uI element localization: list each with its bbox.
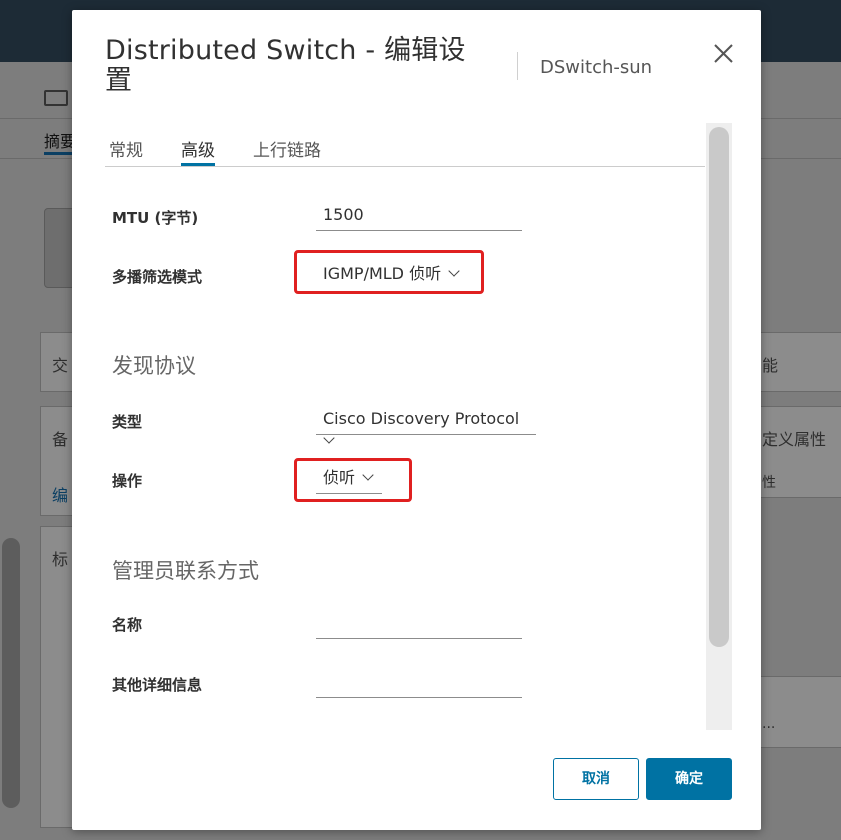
- tab-bar: 常规 高级 上行链路: [105, 134, 705, 167]
- type-label: 类型: [112, 413, 143, 431]
- bg-label: ...: [762, 716, 776, 732]
- bg-label: 交: [52, 356, 69, 375]
- multicast-mode-label: 多播筛选模式: [112, 268, 203, 286]
- tab-uplinks[interactable]: 上行链路: [253, 136, 321, 164]
- dialog-subtitle: DSwitch-sun: [540, 57, 653, 78]
- bg-label: 定义属性: [762, 430, 827, 449]
- mtu-label: MTU (字节): [112, 209, 199, 227]
- bg-label: 能: [762, 356, 779, 375]
- mtu-input[interactable]: 1500: [316, 204, 522, 231]
- protocol-type-select[interactable]: Cisco Discovery Protocol: [316, 408, 536, 444]
- discovery-protocol-heading: 发现协议: [112, 354, 196, 378]
- dialog-title: Distributed Switch - 编辑设置: [105, 35, 466, 96]
- bg-label: 标: [52, 550, 69, 569]
- bg-link: 编: [52, 486, 69, 505]
- bg-panel: [760, 676, 841, 748]
- highlight-annotation: [294, 250, 484, 294]
- bg-label: 性: [762, 475, 776, 491]
- chevron-down-icon: [323, 432, 335, 444]
- active-tab-indicator: [181, 163, 215, 166]
- operation-label: 操作: [112, 472, 143, 490]
- scrollbar-thumb[interactable]: [709, 127, 729, 647]
- close-button[interactable]: [710, 40, 738, 68]
- close-icon: [714, 44, 733, 63]
- bg-scrollbar: [2, 538, 20, 808]
- other-info-input[interactable]: [316, 671, 522, 698]
- dialog-scrollbar[interactable]: [706, 123, 732, 730]
- other-info-value: [316, 672, 323, 691]
- edit-settings-dialog: Distributed Switch - 编辑设置 DSwitch-sun 常规…: [72, 10, 761, 830]
- name-value: [316, 613, 323, 632]
- title-separator: [517, 52, 518, 80]
- name-input[interactable]: [316, 612, 522, 639]
- protocol-type-value: Cisco Discovery Protocol: [323, 409, 520, 428]
- tab-general[interactable]: 常规: [109, 136, 143, 164]
- switch-icon: [44, 90, 68, 106]
- tab-advanced-label: 高级: [181, 141, 215, 161]
- highlight-annotation: [294, 458, 412, 502]
- name-label: 名称: [112, 616, 143, 634]
- tab-advanced[interactable]: 高级: [181, 136, 215, 166]
- ok-button[interactable]: 确定: [646, 758, 732, 800]
- bg-tab-underline: [44, 152, 74, 155]
- admin-contact-heading: 管理员联系方式: [112, 559, 259, 583]
- other-info-label: 其他详细信息: [112, 676, 203, 694]
- cancel-button[interactable]: 取消: [553, 758, 639, 800]
- bg-label: 备: [52, 430, 69, 449]
- mtu-value: 1500: [323, 205, 364, 224]
